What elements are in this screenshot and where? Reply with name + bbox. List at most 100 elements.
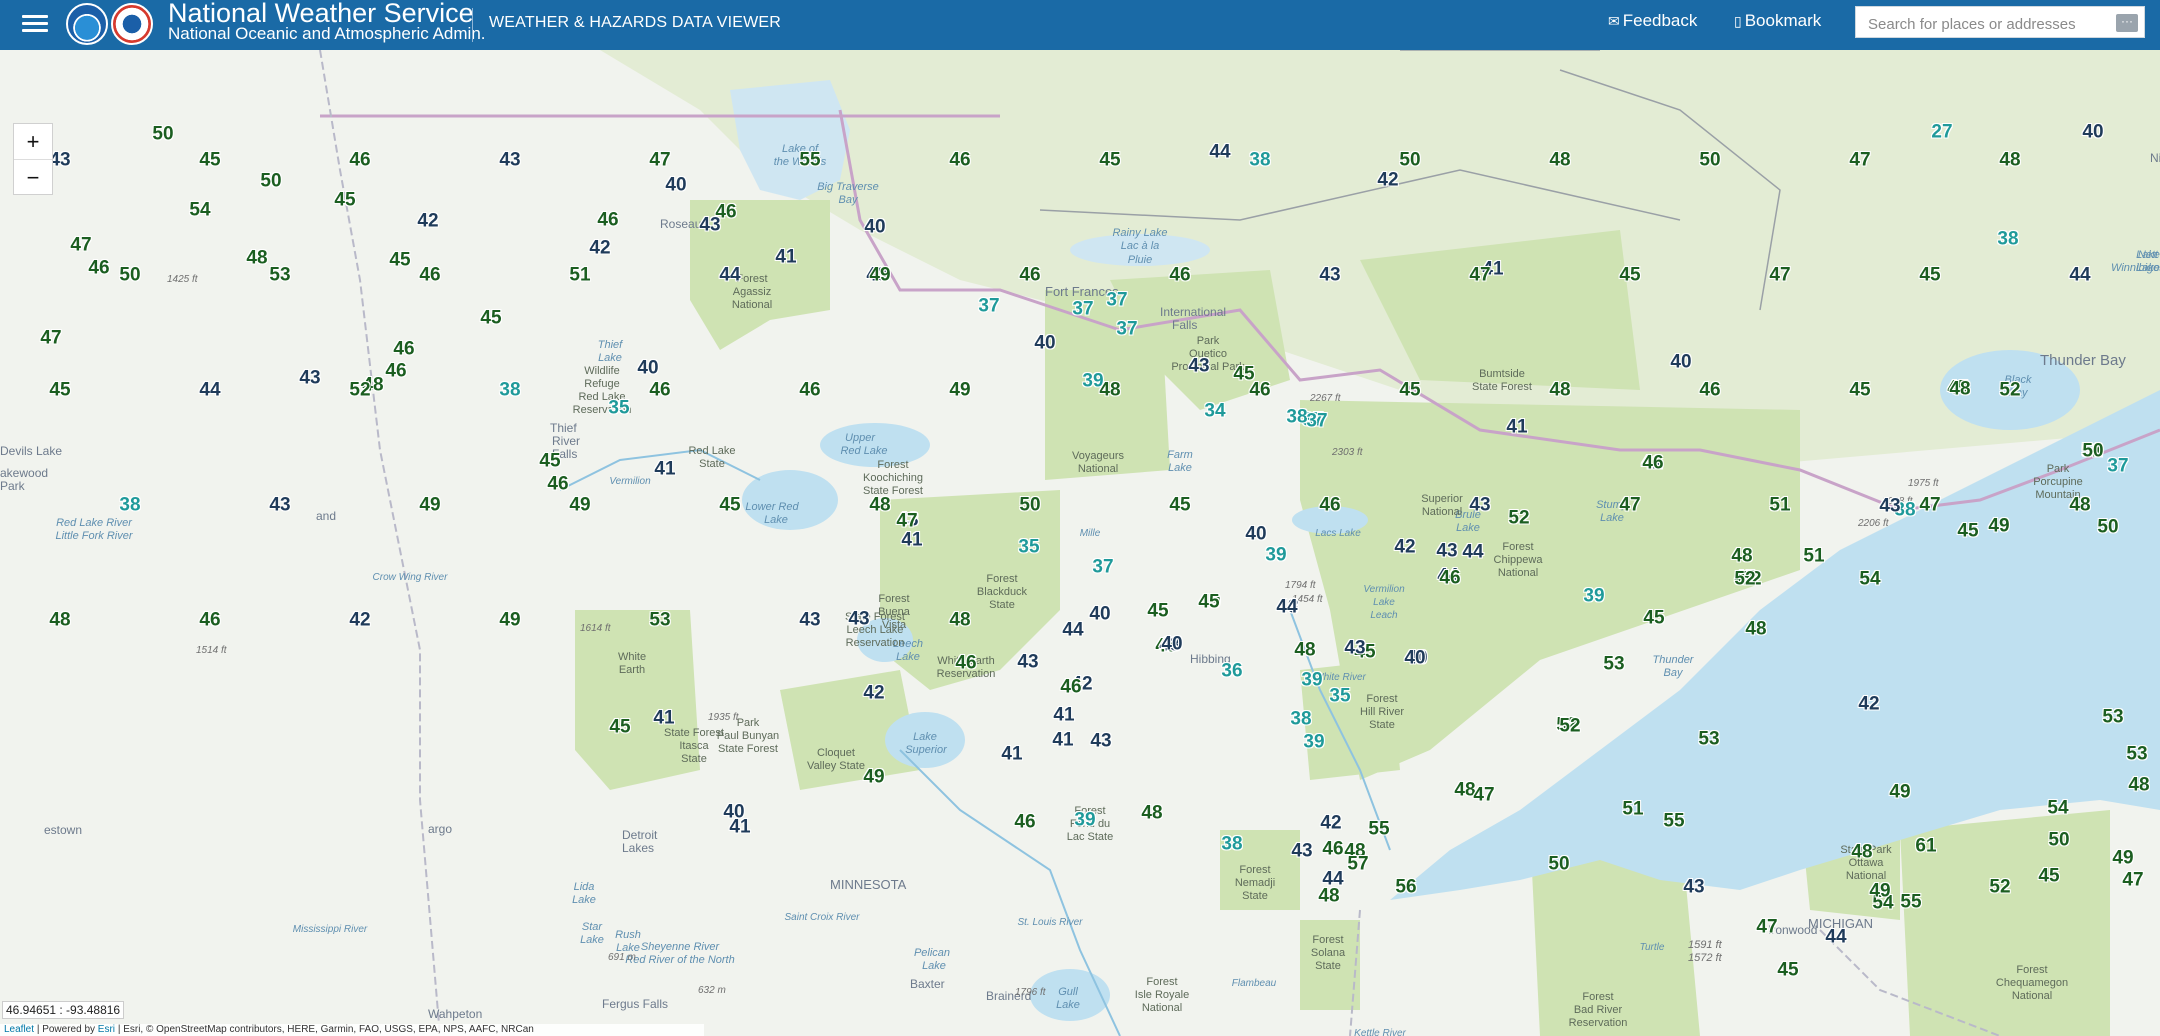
temperature-marker[interactable]: 41 xyxy=(901,531,922,550)
temperature-marker[interactable]: 35 xyxy=(1018,538,1039,557)
temperature-marker[interactable]: 50 xyxy=(1548,855,1569,874)
temperature-marker[interactable]: 46 xyxy=(547,475,568,494)
temperature-marker[interactable]: 39 xyxy=(1265,546,1286,565)
temperature-marker[interactable]: 50 xyxy=(1699,151,1720,170)
temperature-marker[interactable]: 52 xyxy=(1508,509,1529,528)
temperature-marker[interactable]: 46 xyxy=(715,203,736,222)
temperature-marker[interactable]: 38 xyxy=(1997,230,2018,249)
temperature-marker[interactable]: 47 xyxy=(649,151,670,170)
temperature-marker[interactable]: 46 xyxy=(949,151,970,170)
temperature-marker[interactable]: 42 xyxy=(863,684,884,703)
temperature-marker[interactable]: 44 xyxy=(1825,928,1846,947)
temperature-marker[interactable]: 43 xyxy=(799,611,820,630)
temperature-marker[interactable]: 46 xyxy=(349,151,370,170)
temperature-marker[interactable]: 45 xyxy=(609,718,630,737)
temperature-marker[interactable]: 53 xyxy=(2102,708,2123,727)
temperature-marker[interactable]: 47 xyxy=(1849,151,1870,170)
menu-icon[interactable] xyxy=(22,12,48,36)
temperature-marker[interactable]: 40 xyxy=(1089,605,1110,624)
temperature-marker[interactable]: 57 xyxy=(1347,855,1368,874)
temperature-marker[interactable]: 44 xyxy=(2069,266,2090,285)
temperature-marker[interactable]: 53 xyxy=(1698,730,1719,749)
temperature-marker[interactable]: 47 xyxy=(2122,871,2143,890)
temperature-marker[interactable]: 48 xyxy=(869,496,890,515)
temperature-marker[interactable]: 43 xyxy=(499,151,520,170)
temperature-marker[interactable]: 35 xyxy=(1329,687,1350,706)
temperature-marker[interactable]: 46 xyxy=(799,381,820,400)
temperature-marker[interactable]: 44 xyxy=(1209,143,1230,162)
noaa-logo[interactable] xyxy=(66,3,108,45)
temperature-marker[interactable]: 48 xyxy=(1851,843,1872,862)
temperature-marker[interactable]: 40 xyxy=(665,176,686,195)
feedback-link[interactable]: ✉ Feedback xyxy=(1608,11,1697,31)
temperature-marker[interactable]: 46 xyxy=(393,340,414,359)
map-canvas[interactable]: Thunder Bay Fort Frances International Fall… xyxy=(0,50,2160,1036)
temperature-marker[interactable]: 46 xyxy=(88,259,109,278)
temperature-marker[interactable]: 53 xyxy=(1603,655,1624,674)
temperature-marker[interactable]: 61 xyxy=(1915,837,1936,856)
temperature-marker[interactable]: 45 xyxy=(1169,496,1190,515)
temperature-marker[interactable]: 37 xyxy=(1092,558,1113,577)
temperature-marker[interactable]: 39 xyxy=(1301,671,1322,690)
temperature-marker[interactable]: 41 xyxy=(653,709,674,728)
temperature-marker[interactable]: 35 xyxy=(608,399,629,418)
temperature-marker[interactable]: 45 xyxy=(719,496,740,515)
temperature-marker[interactable]: 45 xyxy=(1399,381,1420,400)
temperature-marker[interactable]: 45 xyxy=(480,309,501,328)
bookmark-link[interactable]: ▯ Bookmark xyxy=(1734,11,1821,31)
temperature-marker[interactable]: 42 xyxy=(1320,814,1341,833)
temperature-marker[interactable]: 40 xyxy=(1161,635,1182,654)
temperature-marker[interactable]: 47 xyxy=(1619,496,1640,515)
temperature-marker[interactable]: 48 xyxy=(1949,380,1970,399)
temperature-marker[interactable]: 42 xyxy=(1394,538,1415,557)
temperature-marker[interactable]: 38 xyxy=(499,381,520,400)
zoom-in-button[interactable]: + xyxy=(14,124,52,160)
temperature-marker[interactable]: 37 xyxy=(2107,457,2128,476)
temperature-marker[interactable]: 47 xyxy=(70,236,91,255)
temperature-marker[interactable]: 41 xyxy=(775,248,796,267)
temperature-marker[interactable]: 50 xyxy=(2048,831,2069,850)
leaflet-link[interactable]: Leaflet xyxy=(4,1024,34,1035)
temperature-marker[interactable]: 48 xyxy=(2069,496,2090,515)
temperature-marker[interactable]: 49 xyxy=(869,266,890,285)
temperature-marker[interactable]: 45 xyxy=(1957,522,1978,541)
temperature-marker[interactable]: 53 xyxy=(269,266,290,285)
temperature-marker[interactable]: 43 xyxy=(1291,842,1312,861)
temperature-marker[interactable]: 43 xyxy=(269,496,290,515)
temperature-marker[interactable]: 48 xyxy=(1731,547,1752,566)
temperature-marker[interactable]: 53 xyxy=(649,611,670,630)
temperature-marker[interactable]: 36 xyxy=(1221,662,1242,681)
temperature-marker[interactable]: 38 xyxy=(119,496,140,515)
temperature-marker[interactable]: 38 xyxy=(1249,151,1270,170)
temperature-marker[interactable]: 49 xyxy=(569,496,590,515)
temperature-marker[interactable]: 54 xyxy=(189,201,210,220)
temperature-marker[interactable]: 45 xyxy=(1099,151,1120,170)
temperature-marker[interactable]: 37 xyxy=(1072,300,1093,319)
temperature-marker[interactable]: 48 xyxy=(1454,781,1475,800)
zoom-out-button[interactable]: − xyxy=(14,160,52,195)
temperature-marker[interactable]: 43 xyxy=(1090,732,1111,751)
temperature-marker[interactable]: 39 xyxy=(1074,811,1095,830)
temperature-marker[interactable]: 51 xyxy=(569,266,590,285)
temperature-marker[interactable]: 40 xyxy=(637,359,658,378)
temperature-marker[interactable]: 48 xyxy=(2128,776,2149,795)
temperature-marker[interactable]: 43 xyxy=(1879,497,1900,516)
nws-logo[interactable] xyxy=(111,3,153,45)
temperature-marker[interactable]: 45 xyxy=(1777,961,1798,980)
temperature-marker[interactable]: 40 xyxy=(1245,525,1266,544)
temperature-marker[interactable]: 45 xyxy=(49,381,70,400)
temperature-marker[interactable]: 47 xyxy=(896,512,917,531)
temperature-marker[interactable]: 37 xyxy=(978,297,999,316)
temperature-marker[interactable]: 45 xyxy=(1198,593,1219,612)
temperature-marker[interactable]: 39 xyxy=(1303,733,1324,752)
temperature-marker[interactable]: 48 xyxy=(1099,381,1120,400)
temperature-marker[interactable]: 42 xyxy=(1858,695,1879,714)
temperature-marker[interactable]: 34 xyxy=(1204,402,1225,421)
temperature-marker[interactable]: 46 xyxy=(1169,266,1190,285)
temperature-marker[interactable]: 37 xyxy=(1116,320,1137,339)
temperature-marker[interactable]: 50 xyxy=(152,125,173,144)
temperature-marker[interactable]: 46 xyxy=(419,266,440,285)
temperature-marker[interactable]: 41 xyxy=(1053,706,1074,725)
temperature-marker[interactable]: 46 xyxy=(597,211,618,230)
temperature-marker[interactable]: 41 xyxy=(1001,745,1022,764)
